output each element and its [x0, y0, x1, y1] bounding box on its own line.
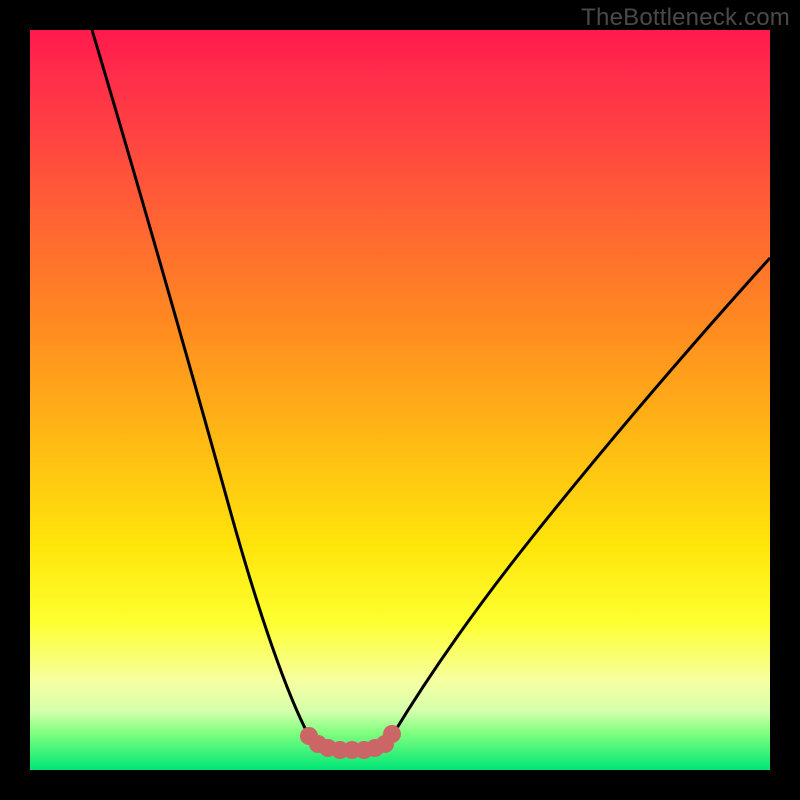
bottleneck-curve [30, 30, 770, 770]
plot-area [30, 30, 770, 770]
chart-frame: TheBottleneck.com [0, 0, 800, 800]
curve-path [92, 30, 770, 751]
watermark-text: TheBottleneck.com [581, 4, 790, 32]
floor-markers [300, 725, 401, 759]
